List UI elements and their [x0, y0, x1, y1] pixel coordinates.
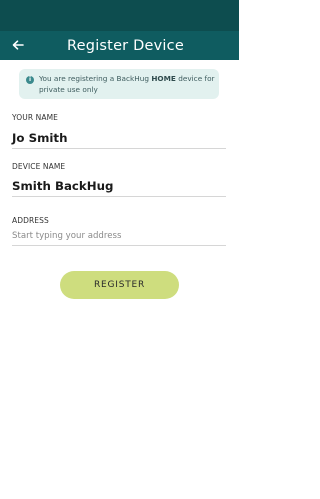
register-button[interactable]: REGISTER [60, 271, 179, 299]
info-banner-text: You are registering a BackHug HOME devic… [39, 74, 215, 94]
status-bar [0, 0, 239, 31]
device-name-field[interactable]: Smith BackHug [12, 179, 226, 193]
info-icon: i [26, 76, 34, 84]
app-bar: Register Device [0, 31, 239, 60]
page-title: Register Device [67, 37, 184, 54]
your-name-field[interactable]: Jo Smith [12, 131, 226, 145]
address-label: ADDRESS [12, 216, 49, 225]
device-name-underline [12, 196, 226, 197]
your-name-underline [12, 148, 226, 149]
address-underline [12, 245, 226, 246]
your-name-label: YOUR NAME [12, 113, 59, 122]
info-banner: i You are registering a BackHug HOME dev… [19, 69, 219, 99]
address-input[interactable] [12, 229, 226, 243]
device-name-label: DEVICE NAME [12, 162, 66, 171]
